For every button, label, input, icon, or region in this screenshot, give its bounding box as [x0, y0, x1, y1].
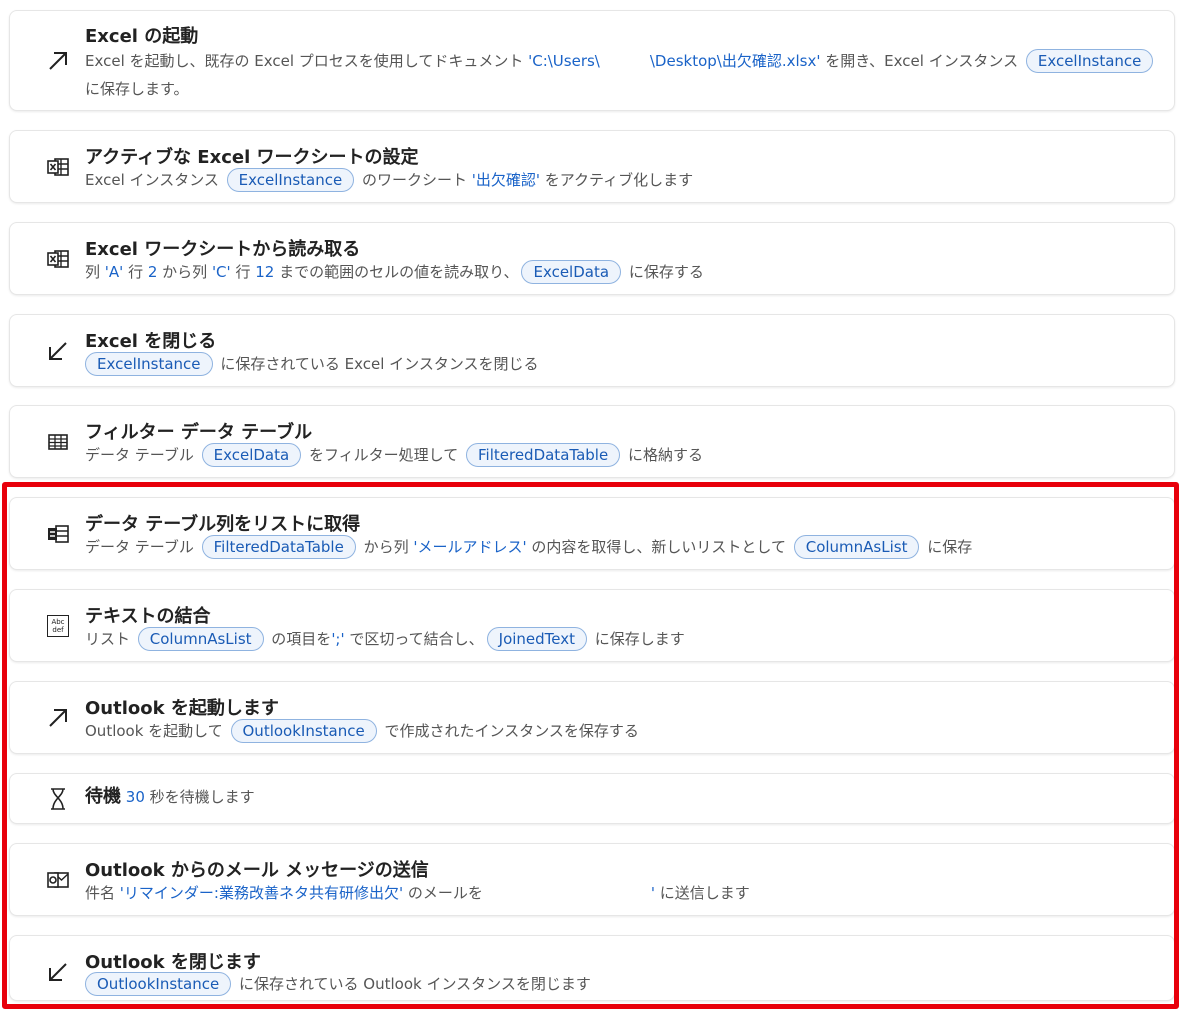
column-to-list-icon: [44, 520, 72, 548]
table-icon: [44, 428, 72, 456]
excel-sheet-icon: [44, 153, 72, 181]
step-description: データ テーブル ExcelData をフィルター処理して FilteredDa…: [85, 441, 1144, 469]
subject-value: 'リマインダー:業務改善ネタ共有研修出欠': [119, 884, 404, 902]
action-step-send-outlook-email[interactable]: Outlook からのメール メッセージの送信 件名 'リマインダー:業務改善ネ…: [9, 843, 1175, 916]
variable-token[interactable]: ExcelData: [201, 443, 302, 467]
variable-token[interactable]: OutlookInstance: [230, 719, 377, 743]
outlook-icon: [44, 866, 72, 894]
action-step-close-excel[interactable]: Excel を閉じる ExcelInstance に保存されている Excel …: [9, 314, 1175, 387]
action-step-filter-datatable[interactable]: フィルター データ テーブル データ テーブル ExcelData をフィルター…: [9, 405, 1175, 478]
action-step-get-column-as-list[interactable]: データ テーブル列をリストに取得 データ テーブル FilteredDataTa…: [9, 497, 1175, 570]
path-value: \Desktop\出欠確認.xlsx': [649, 52, 821, 70]
action-step-wait[interactable]: 待機 30 秒を待機します: [9, 773, 1175, 824]
hourglass-icon: [44, 785, 72, 813]
variable-token[interactable]: FilteredDataTable: [466, 443, 621, 467]
step-description: OutlookInstance に保存されている Outlook インスタンスを…: [82, 970, 1144, 998]
text-join-icon: Abc def: [44, 612, 72, 640]
launch-arrow-icon: [44, 704, 72, 732]
close-arrow-icon: [44, 958, 72, 986]
variable-token[interactable]: FilteredDataTable: [201, 535, 356, 559]
excel-sheet-icon: [44, 245, 72, 273]
step-description: 列 'A' 行 2 から列 'C' 行 12 までの範囲のセルの値を読み取り、 E…: [85, 258, 1144, 286]
step-title: Excel の起動: [85, 26, 199, 47]
action-step-read-worksheet[interactable]: Excel ワークシートから読み取る 列 'A' 行 2 から列 'C' 行 1…: [9, 222, 1175, 295]
step-description: ExcelInstance に保存されている Excel インスタンスを閉じる: [82, 350, 1144, 378]
variable-token[interactable]: OutlookInstance: [85, 972, 232, 996]
action-step-close-outlook[interactable]: Outlook を閉じます OutlookInstance に保存されている O…: [9, 935, 1175, 1001]
variable-token[interactable]: ExcelInstance: [85, 352, 213, 376]
variable-token[interactable]: ColumnAsList: [137, 627, 264, 651]
step-description-line2: に保存します。: [85, 80, 189, 98]
action-step-launch-excel[interactable]: Excel の起動 Excel を起動し、既存の Excel プロセスを使用して…: [9, 10, 1175, 111]
variable-token[interactable]: ExcelData: [521, 260, 622, 284]
variable-token[interactable]: JoinedText: [486, 627, 588, 651]
action-step-launch-outlook[interactable]: Outlook を起動します Outlook を起動して OutlookInst…: [9, 681, 1175, 754]
step-description: 件名 'リマインダー:業務改善ネタ共有研修出欠' のメールを ' に送信します: [85, 884, 750, 902]
close-arrow-icon: [44, 337, 72, 365]
step-description: Excel を起動し、既存の Excel プロセスを使用してドキュメント 'C:…: [85, 47, 1154, 75]
variable-token[interactable]: ExcelInstance: [226, 168, 355, 192]
step-description: データ テーブル FilteredDataTable から列 'メールアドレス'…: [85, 533, 1144, 561]
step-title: 待機: [85, 786, 121, 807]
sheet-name-value: '出欠確認': [471, 171, 541, 189]
action-step-set-active-worksheet[interactable]: アクティブな Excel ワークシートの設定 Excel インスタンス Exce…: [9, 130, 1175, 203]
path-value: 'C:\Users\: [528, 52, 600, 70]
launch-arrow-icon: [44, 47, 72, 75]
step-description: Outlook を起動して OutlookInstance で作成されたインスタ…: [85, 717, 1144, 745]
step-description: リスト ColumnAsList の項目を';' で区切って結合し、 Joined…: [85, 625, 1144, 653]
variable-token[interactable]: ExcelInstance: [1025, 49, 1154, 73]
action-step-join-text[interactable]: Abc def テキストの結合 リスト ColumnAsList の項目を';'…: [9, 589, 1175, 662]
step-description: 待機 30 秒を待機します: [85, 786, 255, 807]
variable-token[interactable]: ColumnAsList: [793, 535, 920, 559]
step-description: Excel インスタンス ExcelInstance のワークシート '出欠確認…: [85, 166, 1144, 194]
